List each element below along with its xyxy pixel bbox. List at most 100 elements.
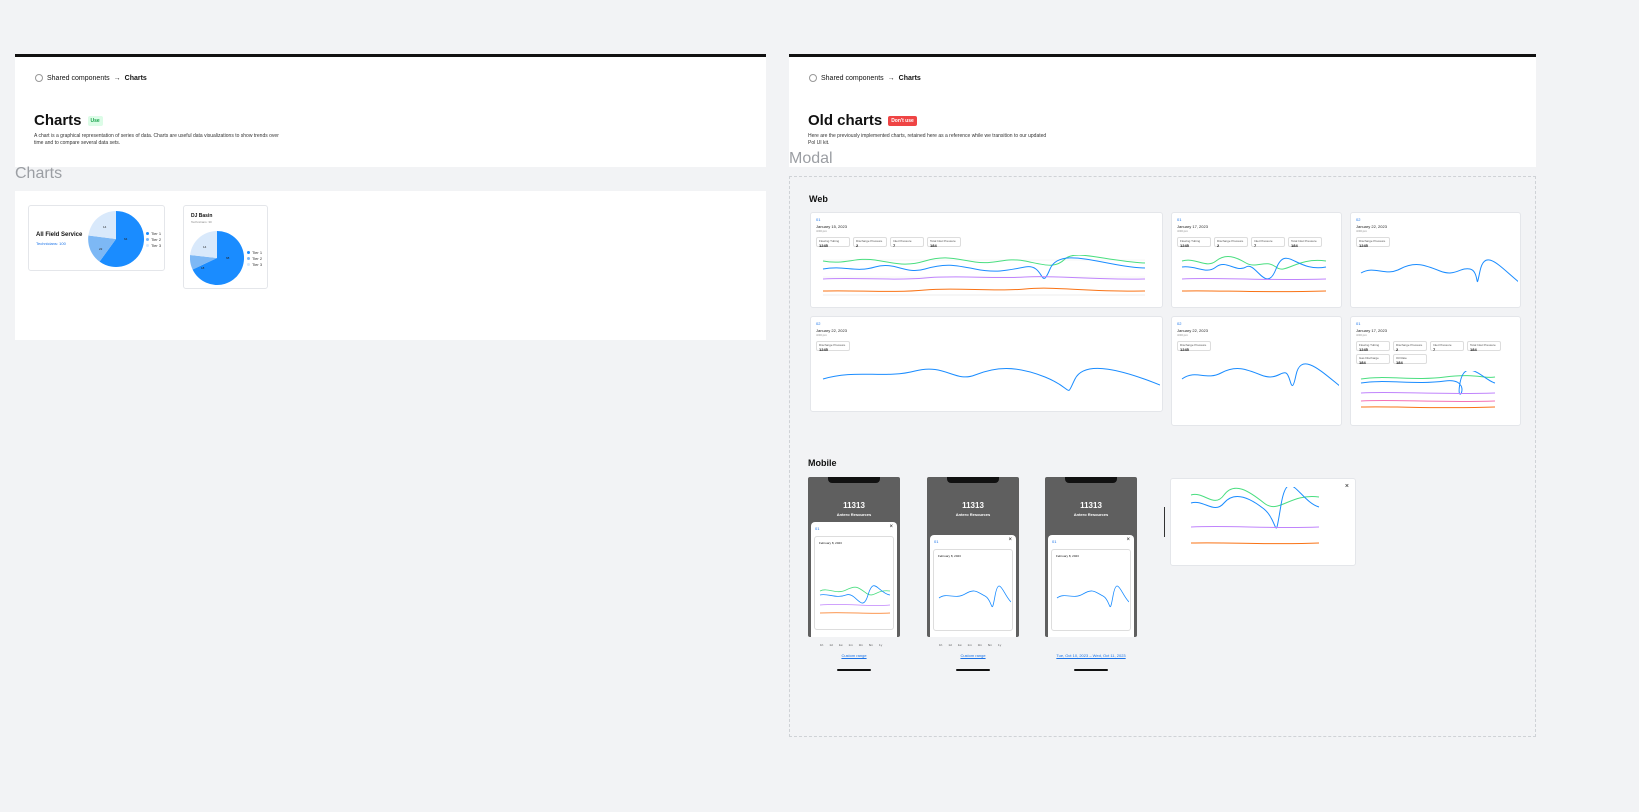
slice-label: 22 [99,247,103,251]
pie-card-title: DJ Basin [191,213,213,219]
custom-range-link[interactable]: Tue, Oct 10, 2023 – Wed, Oct 11, 2023 [1045,653,1137,658]
chart-time: 4:00 pm [1177,229,1188,233]
metric-chip[interactable]: Total Inlet Pressure 184 [1467,341,1501,352]
well-owner: Antero Resources [836,512,872,517]
metric-chip-value: 7 [1433,347,1436,352]
metric-chip[interactable]: Inlet Pressure 7 [890,237,924,248]
metric-chip-value: 184 [1359,360,1366,365]
panel-top-border [15,54,766,57]
range-tab[interactable]: 1d [829,643,832,647]
close-icon[interactable]: × [1126,537,1130,543]
metric-chip-value: 184 [930,243,937,248]
breadcrumb-parent[interactable]: Shared components [47,75,110,82]
phone-notch [828,477,880,483]
resize-handle[interactable] [1164,507,1165,537]
range-tab[interactable]: 1w [839,643,843,647]
breadcrumb-arrow-icon: → [113,74,121,82]
range-tab[interactable]: 1h [939,643,942,647]
legend-item: Tier 2 [252,256,263,261]
close-icon[interactable]: × [1345,483,1349,490]
multi-line-chart [822,255,1146,296]
metric-chip[interactable]: Oil Rate 184 [1393,354,1427,365]
pie-card-subtitle: Technicians: 100 [36,241,66,246]
metric-chip[interactable]: Discharge Pressure 2 [853,237,887,248]
metric-chip[interactable]: Discharge Pressure 1245 [1356,237,1390,248]
custom-range-link[interactable]: Custom range [927,653,1019,658]
multi-line-chart [819,585,891,614]
close-icon[interactable]: × [889,524,893,530]
breadcrumb-parent[interactable]: Shared components [821,75,884,82]
pie-card-dj-basin[interactable]: DJ Basin Technicians: 30 14 18 68 Tier 1… [183,205,268,289]
phone-notch [1065,477,1117,483]
metric-chip[interactable]: Total Inlet Pressure 184 [1288,237,1322,248]
metric-chip[interactable]: Discharge Pressure 1245 [1177,341,1211,352]
breadcrumb-current: Charts [124,74,147,82]
range-tabs: 1h 1d 1w 1m 3m 6m 1y [939,643,1001,647]
metric-chip-label: Discharge Pressure [1396,343,1423,347]
breadcrumb: Shared components → Charts [809,74,921,82]
range-tab[interactable]: 1d [948,643,951,647]
metric-chip[interactable]: Discharge Pressure 2 [1214,237,1248,248]
pie-chart: 14 22 64 [88,211,144,267]
range-tab[interactable]: 1y [998,643,1001,647]
web-chart-card[interactable]: 01 January 17, 2023 4:00 pm Flowing Tubi… [1171,212,1342,308]
chart-id: 02 [816,321,821,326]
range-tab[interactable]: 3m [978,643,982,647]
multi-line-chart [1181,256,1327,293]
range-tab[interactable]: 6m [988,643,992,647]
metric-chip[interactable]: Inlet Pressure 7 [1251,237,1285,248]
mobile-screen: 11313 Antero Resources 01 × February 8, … [808,477,900,637]
custom-range-link[interactable]: Custom range [808,653,900,658]
chart-time: 4:00 pm [1356,229,1367,233]
metric-chip-label: Discharge Pressure [856,239,883,243]
multi-line-chart [1190,487,1320,545]
metric-chip[interactable]: Discharge Pressure 1245 [816,341,850,352]
close-icon[interactable]: × [1008,537,1012,543]
metric-chip-value: 2 [856,243,859,248]
range-tab[interactable]: 1h [820,643,823,647]
chart-card: February 8, 2023 [933,549,1013,631]
range-tab[interactable]: 1w [958,643,962,647]
legend-item: Tier 2 [151,237,162,242]
metric-chip[interactable]: Gas Discharge 184 [1356,354,1390,365]
metric-chip[interactable]: Inlet Pressure 7 [1430,341,1464,352]
metric-chip[interactable]: Discharge Pressure 2 [1393,341,1427,352]
range-tab[interactable]: 6m [869,643,873,647]
bottom-sheet: 01 × February 8, 2023 [811,522,897,637]
web-chart-card[interactable]: 01 January 17, 2023 4:00 pm Flowing Tubi… [1350,316,1521,426]
web-chart-card[interactable]: 02 January 22, 2023 4:00 pm Discharge Pr… [810,316,1163,412]
metric-chip-value: 1245 [1359,347,1368,352]
web-chart-card[interactable]: 02 January 22, 2023 4:00 pm Discharge Pr… [1171,316,1342,426]
multi-line-chart [1360,371,1496,409]
slice-label: 68 [226,256,230,260]
standalone-chart-card[interactable]: × [1170,478,1356,566]
web-chart-card[interactable]: 02 January 22, 2023 4:00 pm Discharge Pr… [1350,212,1521,308]
slice-label: 14 [203,245,207,249]
metric-chip[interactable]: Flowing Tubing 1245 [816,237,850,248]
metric-chip-value: 184 [1470,347,1477,352]
page-title-row: Charts Use [34,112,103,129]
range-tab[interactable]: 1m [968,643,972,647]
metric-chip[interactable]: Flowing Tubing 1245 [1177,237,1211,248]
metric-chip[interactable]: Flowing Tubing 1245 [1356,341,1390,352]
phone-notch [947,477,999,483]
breadcrumb-current: Charts [898,74,921,82]
metric-chip-value: 2 [1217,243,1220,248]
chart-card: February 8, 2023 [1051,549,1131,631]
legend-item: Tier 1 [252,250,263,255]
slice-label: 64 [124,237,128,241]
well-number: 11313 [1080,501,1102,510]
pie-card-all-field-service[interactable]: All Field Service Technicians: 100 14 22… [28,205,165,271]
chart-date: February 8, 2023 [1056,554,1079,558]
metric-chip[interactable]: Total Inlet Pressure 184 [927,237,961,248]
line-chart [822,367,1160,391]
range-tab[interactable]: 1m [849,643,853,647]
sheet-id: 01 [934,539,939,544]
bottom-sheet: 01 × February 8, 2023 [1048,535,1134,637]
range-tab[interactable]: 3m [859,643,863,647]
mobile-subheading: Mobile [808,458,837,468]
web-chart-card[interactable]: 01 January 15, 2023 4:00 pm Flowing Tubi… [810,212,1163,308]
range-tab[interactable]: 1y [879,643,882,647]
chart-id: 02 [1356,217,1361,222]
chart-time: 4:00 pm [1177,333,1188,337]
